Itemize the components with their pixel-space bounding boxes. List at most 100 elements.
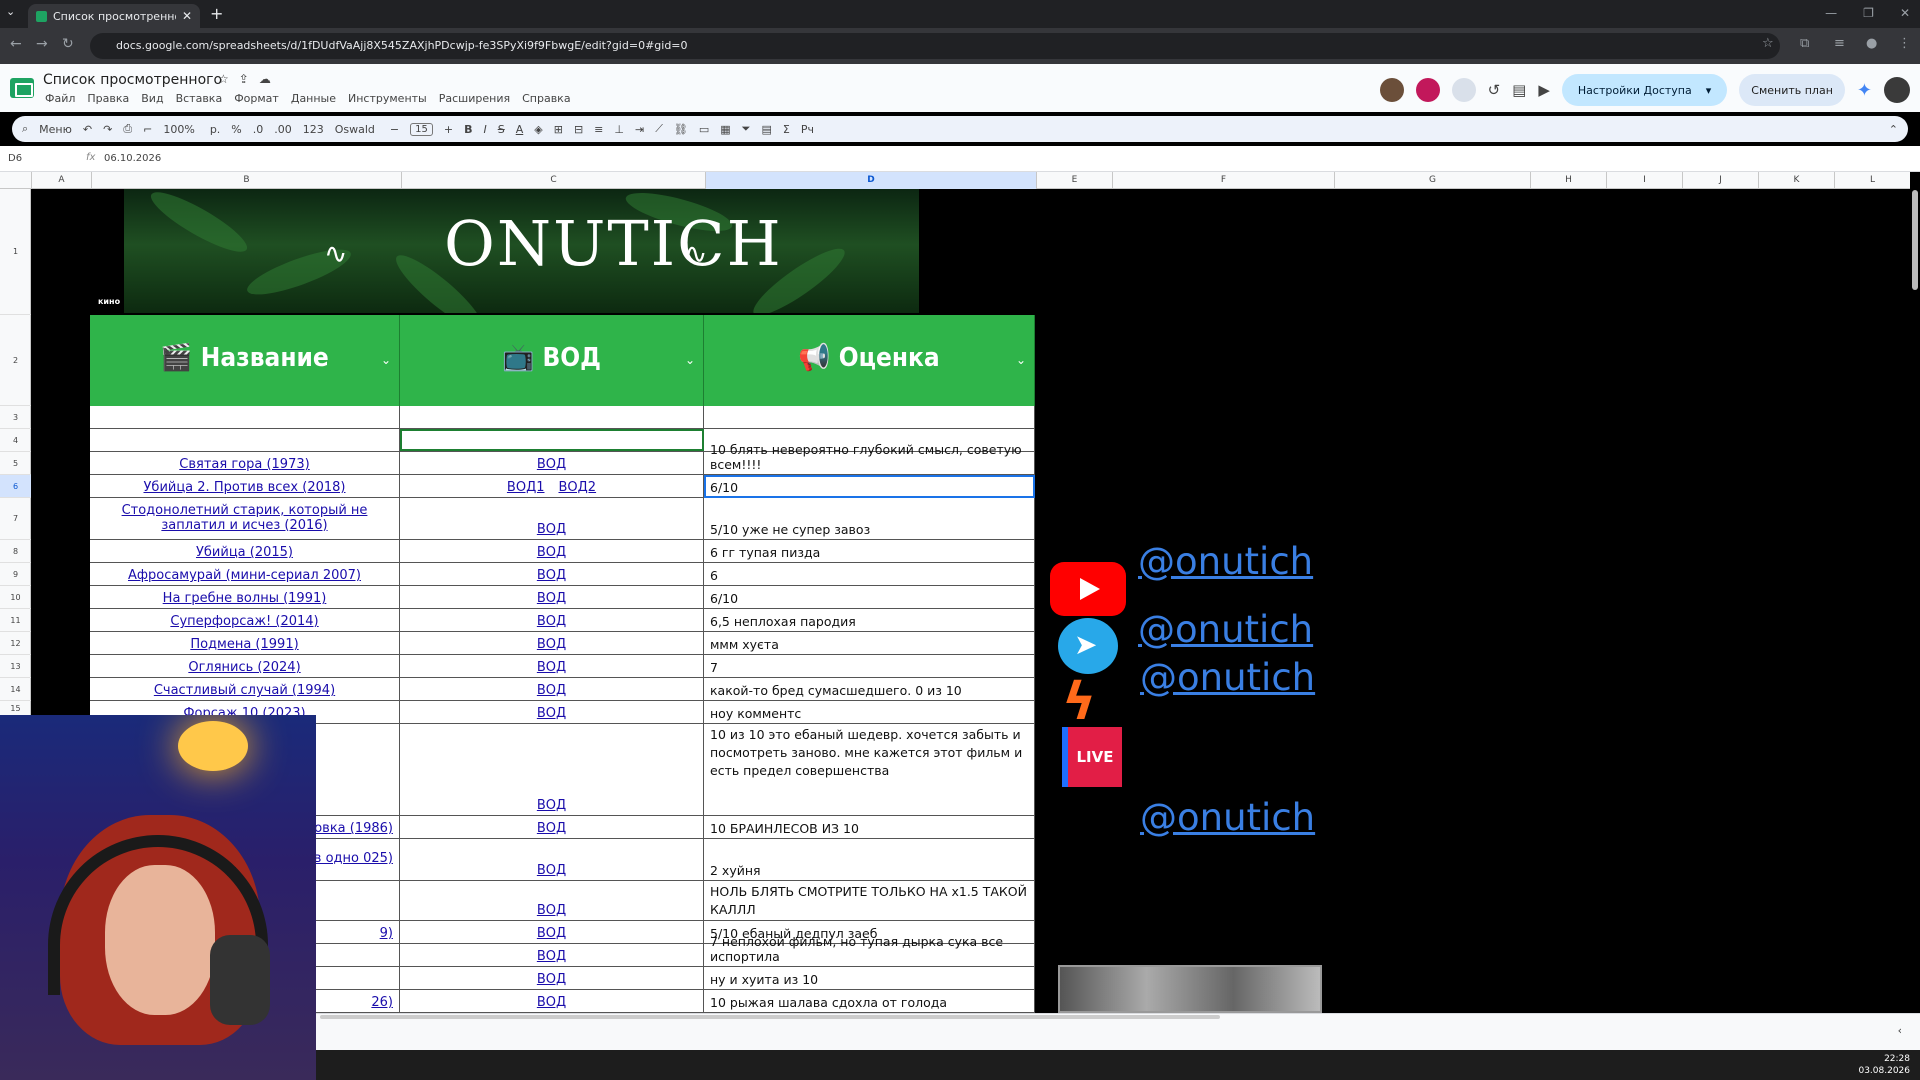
vod-link[interactable]: ВОД — [537, 972, 566, 987]
rating-cell[interactable]: ну и хуита из 10 — [704, 967, 1035, 989]
italic-icon[interactable]: I — [483, 123, 486, 136]
collaborator-avatar[interactable] — [1415, 78, 1440, 102]
chart-icon[interactable]: ▦ — [720, 123, 730, 136]
vod-link[interactable]: ВОД — [537, 683, 566, 698]
vod-link[interactable]: ВОД — [537, 903, 566, 918]
col-header-d[interactable]: D — [705, 172, 1036, 189]
merge-cells-icon[interactable]: ⊟ — [574, 123, 583, 136]
vod-link[interactable]: ВОД — [537, 995, 566, 1010]
history-icon[interactable]: ↺ — [1488, 81, 1501, 99]
menu-help[interactable]: Справка — [522, 92, 570, 105]
col-header-a[interactable]: A — [31, 172, 91, 189]
menu-view[interactable]: Вид — [141, 92, 163, 105]
browser-tab[interactable]: Список просмотренного - Go ✕ — [28, 4, 200, 28]
rating-cell[interactable]: 5/10 уже не супер завоз — [704, 498, 1035, 539]
rating-cell[interactable]: 6,5 неплохая пародия — [704, 609, 1035, 631]
extensions-icon[interactable]: ⧉ — [1800, 36, 1809, 51]
forward-icon[interactable]: → — [36, 36, 48, 52]
zoom-select[interactable]: 100% — [163, 123, 198, 136]
name-cell[interactable]: Оглянись (2024) — [90, 655, 400, 677]
browser-menu-icon[interactable]: ⋮ — [1898, 36, 1911, 51]
name-cell[interactable]: Убийца (2015) — [90, 540, 400, 562]
name-cell[interactable] — [90, 429, 400, 451]
comments-icon[interactable]: ▤ — [1512, 81, 1526, 99]
borders-icon[interactable]: ⊞ — [554, 123, 563, 136]
col-header-l[interactable]: L — [1834, 172, 1910, 189]
gemini-icon[interactable]: ✦ — [1857, 80, 1872, 101]
row-header-9[interactable]: 9 — [0, 563, 31, 586]
vod-link[interactable]: ВОД — [537, 798, 566, 813]
name-cell[interactable]: Афросамурай (мини-сериал 2007) — [90, 563, 400, 585]
name-cell[interactable]: На гребне волны (1991) — [90, 586, 400, 608]
row-header-10[interactable]: 10 — [0, 586, 31, 609]
rotate-icon[interactable]: ⟋ — [655, 122, 663, 136]
functions-icon[interactable]: Σ — [783, 123, 790, 136]
vertical-scrollbar[interactable] — [1912, 190, 1918, 290]
row-header-1[interactable]: 1 — [0, 189, 31, 315]
sheets-logo-icon[interactable] — [10, 78, 34, 98]
col-header-e[interactable]: E — [1036, 172, 1112, 189]
undo-icon[interactable]: ↶ — [83, 123, 92, 136]
new-tab-icon[interactable]: + — [210, 4, 223, 23]
close-tab-icon[interactable]: ✕ — [182, 9, 192, 23]
row-header-14[interactable]: 14 — [0, 678, 31, 701]
row-header-6[interactable]: 6 — [0, 475, 31, 498]
row-header-3[interactable]: 3 — [0, 406, 31, 429]
search-menus-label[interactable]: Меню — [39, 123, 72, 136]
rating-cell[interactable]: ноу комментс — [704, 701, 1035, 723]
link-icon[interactable]: ⛓ — [674, 123, 688, 136]
comment-icon[interactable]: ▭ — [699, 123, 709, 136]
font-size-increase-icon[interactable]: + — [444, 123, 453, 136]
col-header-c[interactable]: C — [401, 172, 705, 189]
vod-link[interactable]: ВОД — [537, 614, 566, 629]
row-header-7[interactable]: 7 — [0, 498, 31, 540]
align-icon[interactable]: ≡ — [594, 123, 603, 136]
name-cell[interactable]: Убийца 2. Против всех (2018) — [90, 475, 400, 497]
close-window-icon[interactable]: ✕ — [1900, 6, 1910, 20]
name-box[interactable]: D6 — [8, 153, 22, 164]
star-icon[interactable]: ☆ — [218, 72, 229, 86]
rating-cell[interactable]: 7 неплохой фильм, но тупая дырка сука вс… — [704, 934, 1035, 966]
name-cell[interactable]: Счастливый случай (1994) — [90, 678, 400, 700]
vod-link[interactable]: ВОД — [537, 457, 566, 472]
rating-cell[interactable]: 10 БРАИНЛЕСОВ ИЗ 10 — [704, 816, 1035, 838]
share-dropdown-icon[interactable]: ▾ — [1706, 84, 1712, 97]
vod-link[interactable]: ВОД1 — [507, 480, 545, 495]
name-cell[interactable] — [90, 406, 400, 428]
vod-link[interactable]: ВОД — [537, 821, 566, 836]
rating-cell[interactable]: 10 рыжая шалава сдохла от голода — [704, 990, 1035, 1012]
rating-cell[interactable]: 6 гг тупая пизда — [704, 540, 1035, 562]
row-header-2[interactable]: 2 — [0, 315, 31, 406]
rating-cell[interactable] — [704, 406, 1035, 428]
tab-search-icon[interactable]: ⌄ — [6, 5, 15, 18]
filter-views-icon[interactable]: ▤ — [761, 123, 771, 136]
vod-link[interactable]: ВОД — [537, 568, 566, 583]
filter-icon[interactable]: ⏷ — [742, 122, 751, 136]
reload-icon[interactable]: ↻ — [62, 36, 74, 52]
search-menus-icon[interactable]: ⌕ — [22, 122, 28, 136]
bookmark-star-icon[interactable]: ☆ — [1762, 36, 1774, 51]
move-icon[interactable]: ⇪ — [239, 72, 249, 86]
col-header-i[interactable]: I — [1606, 172, 1682, 189]
col-header-g[interactable]: G — [1334, 172, 1530, 189]
share-button[interactable]: Настройки Доступа ▾ — [1561, 74, 1728, 106]
decrease-decimal[interactable]: .0 — [253, 123, 264, 136]
col-header-b[interactable]: B — [91, 172, 401, 189]
rating-cell[interactable]: 6/10 — [704, 586, 1035, 608]
media-icon[interactable]: ≡ — [1834, 36, 1845, 51]
vod-cell[interactable] — [400, 429, 704, 451]
formula-input[interactable]: 06.10.2026 — [104, 153, 161, 164]
vod-link[interactable]: ВОД — [537, 637, 566, 652]
increase-decimal[interactable]: .00 — [274, 123, 292, 136]
meet-icon[interactable]: ▶ — [1538, 81, 1550, 99]
font-size-input[interactable]: 15 — [410, 122, 433, 136]
rating-cell[interactable]: 10 блять невероятно глубокий смысл, сове… — [704, 442, 1035, 474]
row-header-11[interactable]: 11 — [0, 609, 31, 632]
number-format[interactable]: 123 — [303, 123, 324, 136]
currency-format[interactable]: р. — [210, 123, 220, 136]
collapse-sidebar-icon[interactable]: ‹ — [1898, 1024, 1902, 1037]
rating-cell[interactable]: 10 из 10 это ебаный шедевр. хочется забы… — [704, 724, 1035, 815]
filter-dropdown-icon[interactable]: ⌄ — [381, 353, 391, 367]
menu-edit[interactable]: Правка — [87, 92, 129, 105]
col-header-k[interactable]: K — [1758, 172, 1834, 189]
